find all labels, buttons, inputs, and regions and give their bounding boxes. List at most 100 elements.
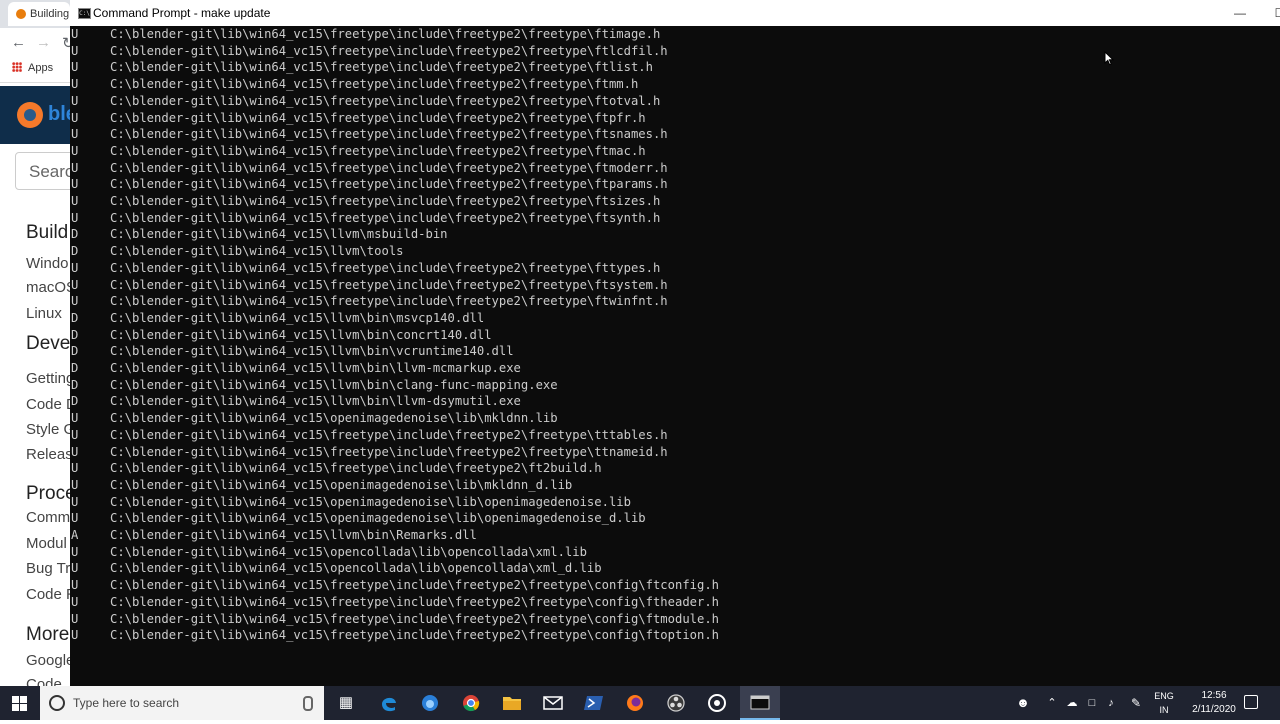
network-icon[interactable]: □ <box>1083 686 1101 720</box>
forward-arrow-icon[interactable]: → <box>36 34 51 51</box>
svn-status-flag: U <box>71 494 79 509</box>
console-line: D C:\blender-git\lib\win64_vc15\llvm\bin\… <box>70 327 1280 344</box>
svn-status-flag: U <box>71 578 79 593</box>
language-code: ENG <box>1154 691 1174 701</box>
console-line: U C:\blender-git\lib\win64_vc15\freetype\… <box>70 43 1280 60</box>
steam-icon[interactable] <box>697 686 737 720</box>
console-line: U C:\blender-git\lib\win64_vc15\freetype\… <box>70 611 1280 628</box>
browser-tab[interactable]: Building <box>8 2 70 26</box>
file-path: C:\blender-git\lib\win64_vc15\freetype\i… <box>110 210 661 225</box>
file-path: C:\blender-git\lib\win64_vc15\openimaged… <box>110 511 646 526</box>
console-line: D C:\blender-git\lib\win64_vc15\llvm\bin\… <box>70 377 1280 394</box>
blender-logo-icon[interactable] <box>17 102 43 128</box>
obs-icon[interactable] <box>656 686 696 720</box>
file-path: C:\blender-git\lib\win64_vc15\freetype\i… <box>110 427 668 442</box>
console-line: U C:\blender-git\lib\win64_vc15\freetype\… <box>70 143 1280 160</box>
file-path: C:\blender-git\lib\win64_vc15\llvm\bin\c… <box>110 377 558 392</box>
clock-time: 12:56 <box>1201 690 1227 701</box>
chrome-icon[interactable] <box>451 686 491 720</box>
back-arrow-icon[interactable]: ← <box>11 34 26 51</box>
file-path: C:\blender-git\lib\win64_vc15\freetype\i… <box>110 143 646 158</box>
svn-status-flag: U <box>71 427 79 442</box>
terminal-icon[interactable] <box>740 686 780 720</box>
pen-icon[interactable]: ✎ <box>1126 686 1146 720</box>
firefox-icon[interactable] <box>615 686 655 720</box>
svn-status-flag: U <box>71 444 79 459</box>
console-line: U C:\blender-git\lib\win64_vc15\opencolla… <box>70 560 1280 577</box>
onedrive-icon[interactable]: ☁ <box>1063 686 1081 720</box>
sidebar-link[interactable]: macOS <box>26 279 76 296</box>
console-line: U C:\blender-git\lib\win64_vc15\freetype\… <box>70 160 1280 177</box>
console-line: U C:\blender-git\lib\win64_vc15\freetype\… <box>70 260 1280 277</box>
notification-center-icon[interactable] <box>1244 695 1258 709</box>
console-line: D C:\blender-git\lib\win64_vc15\llvm\bin\… <box>70 310 1280 327</box>
powershell-icon[interactable] <box>574 686 614 720</box>
cortana-icon <box>49 695 65 711</box>
svn-status-flag: U <box>71 93 79 108</box>
volume-icon[interactable]: ♪ <box>1102 686 1120 720</box>
language-indicator[interactable]: ENG IN <box>1150 689 1178 717</box>
svn-status-flag: U <box>71 411 79 426</box>
sidebar-link[interactable]: Linux <box>26 305 62 322</box>
people-icon[interactable]: ☻ <box>1012 686 1034 720</box>
console-line: D C:\blender-git\lib\win64_vc15\llvm\tool… <box>70 243 1280 260</box>
file-path: C:\blender-git\lib\win64_vc15\llvm\bin\R… <box>110 528 477 542</box>
file-path: C:\blender-git\lib\win64_vc15\opencollad… <box>110 561 602 576</box>
console-line: U C:\blender-git\lib\win64_vc15\freetype\… <box>70 277 1280 294</box>
svn-status-flag: U <box>71 210 79 225</box>
taskbar: Type here to search ▦ ☻ ⌃ ☁ □ ♪ ✎ ENG IN… <box>0 686 1280 720</box>
maximize-button[interactable]: ☐ <box>1260 0 1280 26</box>
minimize-button[interactable]: — <box>1220 0 1260 26</box>
svn-status-flag: D <box>71 394 79 409</box>
console-title-bar[interactable]: C:\ Command Prompt - make update — ☐ <box>70 0 1280 26</box>
svn-status-flag: U <box>71 611 79 626</box>
sidebar-link[interactable]: Google <box>26 652 74 669</box>
file-path: C:\blender-git\lib\win64_vc15\freetype\i… <box>110 93 661 108</box>
console-line: U C:\blender-git\lib\win64_vc15\freetype\… <box>70 627 1280 644</box>
console-line: U C:\blender-git\lib\win64_vc15\openimage… <box>70 477 1280 494</box>
file-path: C:\blender-git\lib\win64_vc15\freetype\i… <box>110 60 653 75</box>
sidebar-link[interactable]: Getting <box>26 370 74 387</box>
console-line: D C:\blender-git\lib\win64_vc15\llvm\bin\… <box>70 343 1280 360</box>
console-line: U C:\blender-git\lib\win64_vc15\freetype\… <box>70 110 1280 127</box>
console-line: U C:\blender-git\lib\win64_vc15\freetype\… <box>70 444 1280 461</box>
system-clock[interactable]: 12:56 2/11/2020 <box>1188 689 1240 717</box>
svn-status-flag: D <box>71 244 79 259</box>
mouse-cursor-icon <box>1104 51 1114 66</box>
task-view-icon[interactable]: ▦ <box>326 686 366 720</box>
taskbar-search-input[interactable]: Type here to search <box>40 686 324 720</box>
mail-icon[interactable] <box>533 686 573 720</box>
svn-status-flag: U <box>71 628 79 643</box>
svn-status-flag: U <box>71 177 79 192</box>
console-line: U C:\blender-git\lib\win64_vc15\freetype\… <box>70 126 1280 143</box>
sidebar-link[interactable]: Style G <box>26 421 75 438</box>
apps-label: Apps <box>28 62 54 74</box>
sidebar-link[interactable]: Windo <box>26 255 69 272</box>
sidebar-link[interactable]: Bug Tr <box>26 560 70 577</box>
file-path: C:\blender-git\lib\win64_vc15\freetype\i… <box>110 194 661 208</box>
svn-status-flag: D <box>71 327 79 342</box>
sidebar-heading: More <box>26 624 70 645</box>
firefox-dev-icon[interactable] <box>410 686 450 720</box>
sidebar-link[interactable]: Comm <box>26 509 70 526</box>
microphone-icon[interactable] <box>303 696 313 711</box>
file-path: C:\blender-git\lib\win64_vc15\freetype\i… <box>110 461 602 476</box>
file-path: C:\blender-git\lib\win64_vc15\freetype\i… <box>110 177 668 192</box>
file-path: C:\blender-git\lib\win64_vc15\freetype\i… <box>110 43 668 58</box>
file-path: C:\blender-git\lib\win64_vc15\openimaged… <box>110 477 573 492</box>
svn-status-flag: U <box>71 110 79 125</box>
apps-bookmark[interactable]: Apps <box>12 62 53 74</box>
edge-icon[interactable] <box>369 686 409 720</box>
sidebar-link[interactable]: Modul <box>26 535 67 552</box>
svn-status-flag: U <box>71 544 79 559</box>
file-path: C:\blender-git\lib\win64_vc15\llvm\bin\m… <box>110 310 485 325</box>
file-path: C:\blender-git\lib\win64_vc15\freetype\i… <box>110 611 720 626</box>
sidebar-heading: Deve <box>26 333 71 354</box>
chevron-up-icon[interactable]: ⌃ <box>1042 686 1062 720</box>
file-path: C:\blender-git\lib\win64_vc15\freetype\i… <box>110 628 720 643</box>
file-explorer-icon[interactable] <box>492 686 532 720</box>
windows-start-icon[interactable] <box>12 696 27 711</box>
console-line: U C:\blender-git\lib\win64_vc15\freetype\… <box>70 76 1280 93</box>
file-path: C:\blender-git\lib\win64_vc15\openimaged… <box>110 494 631 509</box>
sidebar-heading: Proce <box>26 483 76 504</box>
